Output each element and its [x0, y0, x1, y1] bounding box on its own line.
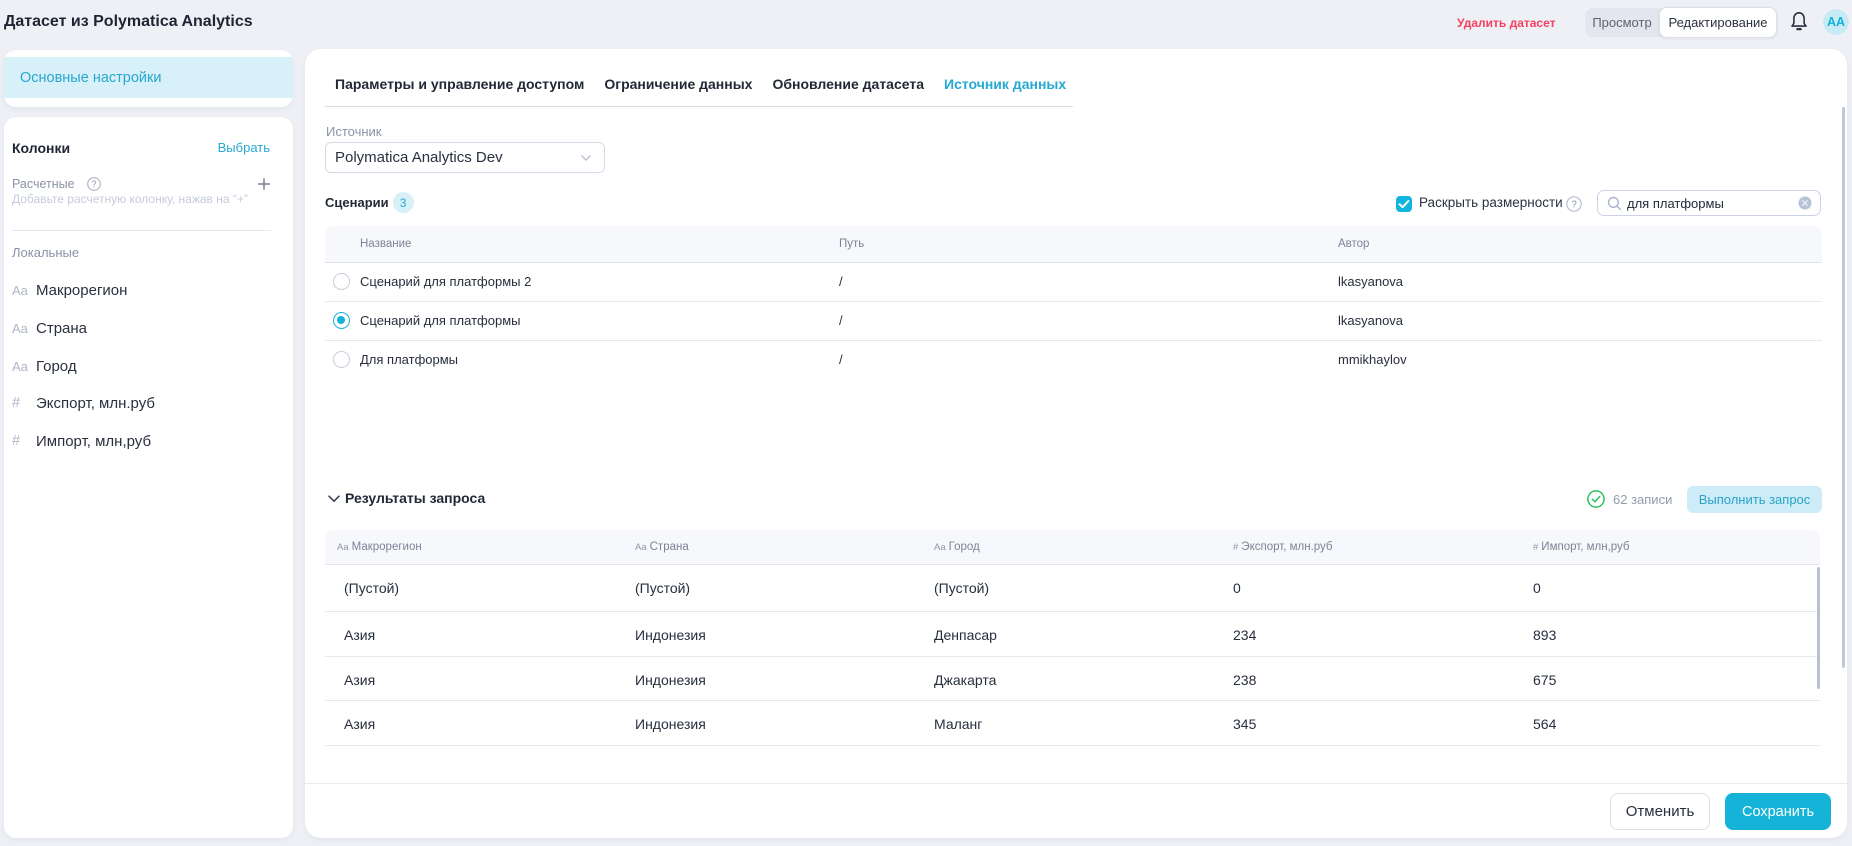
svg-text:?: ?: [91, 179, 96, 189]
svg-text:?: ?: [1571, 200, 1577, 211]
